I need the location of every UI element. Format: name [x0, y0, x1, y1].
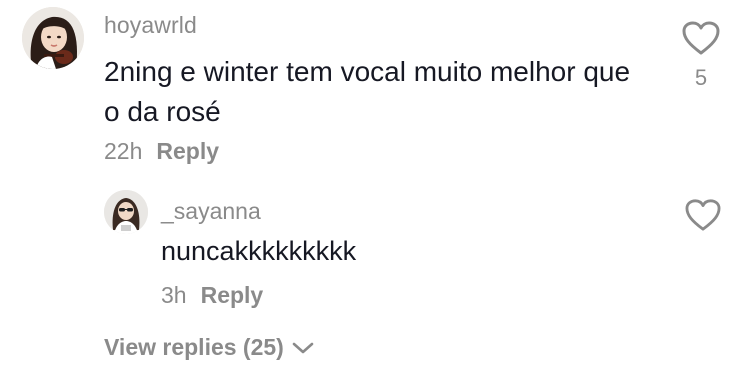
reply-button[interactable]: Reply	[156, 138, 219, 164]
comment-item: hoyawrld 2ning e winter tem vocal muito …	[0, 0, 749, 180]
view-replies-label: View replies (25)	[104, 334, 284, 360]
view-replies-button[interactable]: View replies (25)	[104, 334, 316, 361]
chevron-down-icon	[292, 342, 314, 353]
comment-username[interactable]: hoyawrld	[104, 12, 197, 39]
comment-text: 2ning e winter tem vocal muito melhor qu…	[104, 56, 631, 127]
comments-panel: hoyawrld 2ning e winter tem vocal muito …	[0, 0, 749, 365]
like-button[interactable]: 5	[681, 20, 721, 91]
reply-timestamp: 3h	[161, 282, 187, 308]
comment-timestamp: 22h	[104, 138, 143, 164]
comment-meta: 22h Reply	[104, 138, 219, 165]
heart-outline-icon	[685, 199, 721, 231]
reply-text: nuncakkkkkkkkk	[161, 236, 357, 266]
reply-avatar[interactable]	[104, 190, 148, 234]
reply-reply-button[interactable]: Reply	[201, 282, 264, 308]
avatar[interactable]	[22, 7, 84, 69]
reply-meta: 3h Reply	[161, 282, 263, 309]
reply-like-button[interactable]	[684, 198, 722, 237]
like-count: 5	[694, 65, 708, 90]
reply-username[interactable]: _sayanna	[161, 198, 261, 225]
heart-outline-icon	[682, 21, 720, 55]
